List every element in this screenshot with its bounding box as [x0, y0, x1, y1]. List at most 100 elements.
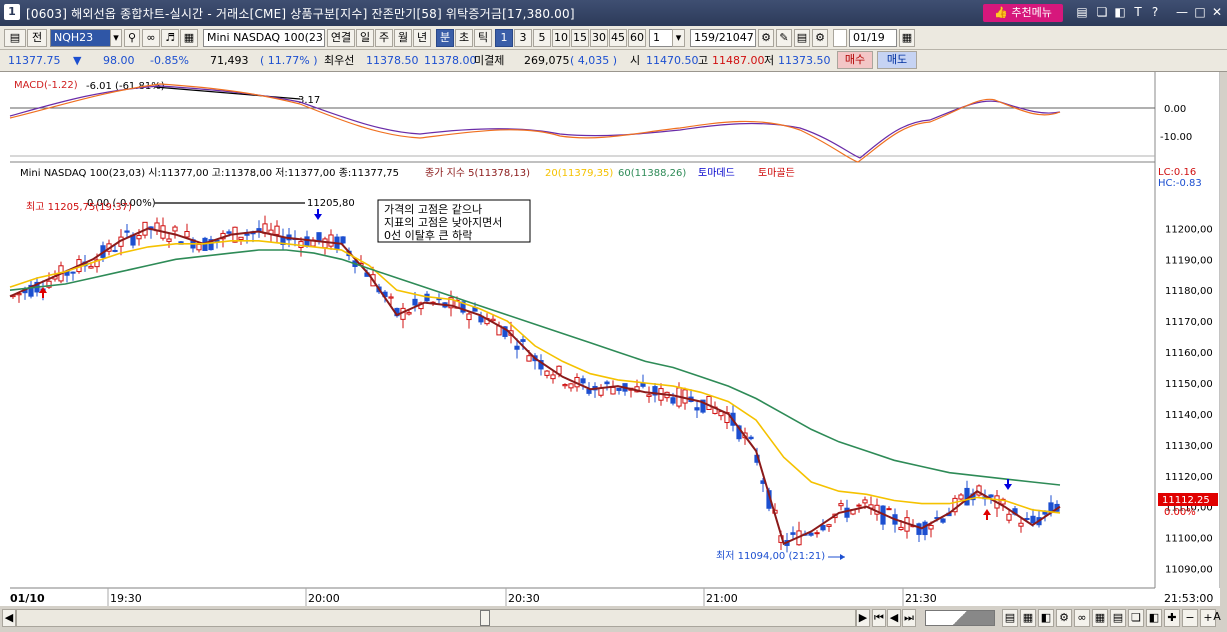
- order-icon[interactable]: ⚙: [1056, 609, 1072, 627]
- chart-scrollbar[interactable]: ◀ ▶ ⏮ ◀ ⏭ ▤ ▦ ◧ ⚙ ∞ ▦ ▤ ❏ ◧ ✚ − + A: [0, 606, 1227, 632]
- candle-body: [928, 524, 934, 530]
- copy-icon[interactable]: ❏: [1095, 5, 1109, 19]
- y-tick-label: 11170,00: [1165, 317, 1213, 328]
- candle-body: [196, 243, 202, 251]
- candle-body: [1018, 522, 1024, 527]
- price-panel-header: Mini NASDAQ 100(23,03) 시:11377,00 고:1137…: [20, 167, 399, 179]
- period-week[interactable]: 주: [375, 29, 393, 47]
- y-tick-label: 11190,00: [1165, 255, 1213, 266]
- comment-line-3: 0선 이탈후 큰 하락: [384, 228, 472, 242]
- font-icon[interactable]: T: [1131, 5, 1145, 19]
- bar-count-field[interactable]: 159/21047: [690, 29, 756, 47]
- minimize-icon[interactable]: —: [1175, 5, 1189, 19]
- interval-3[interactable]: 3: [514, 29, 532, 47]
- interval-45[interactable]: 45: [609, 29, 627, 47]
- close-icon[interactable]: ✕: [1210, 5, 1224, 19]
- candle-body: [616, 387, 622, 391]
- candle-body: [916, 523, 922, 535]
- x-tick-date: 01/10: [10, 592, 45, 605]
- candle-body: [940, 518, 946, 523]
- period-second[interactable]: 초: [455, 29, 473, 47]
- interval-60[interactable]: 60: [628, 29, 646, 47]
- interval-5[interactable]: 5: [533, 29, 551, 47]
- draw-icon[interactable]: ✎: [776, 29, 792, 47]
- new-window-icon[interactable]: ◧: [1113, 5, 1127, 19]
- interval-30[interactable]: 30: [590, 29, 608, 47]
- period-year[interactable]: 년: [413, 29, 431, 47]
- window-list-icon[interactable]: ▤: [1075, 5, 1089, 19]
- price-change-pct: -0.85%: [150, 54, 189, 67]
- scroll-track[interactable]: [16, 609, 856, 627]
- chart-type-icon[interactable]: ▤: [4, 29, 26, 47]
- search-icon[interactable]: ⚲: [124, 29, 140, 47]
- recommend-menu-button[interactable]: 👍 추천메뉴: [983, 4, 1063, 22]
- y-tick-label: 11140,00: [1165, 410, 1213, 421]
- candle-body: [340, 236, 346, 244]
- save-icon[interactable]: ▤: [794, 29, 810, 47]
- chevron-down-icon[interactable]: ▾: [672, 29, 685, 47]
- volume-ratio: ( 11.77% ): [260, 54, 318, 67]
- date-checkbox[interactable]: [833, 29, 847, 47]
- trendline-end-label: 11205,80: [307, 198, 355, 209]
- prev-button[interactable]: 전: [27, 29, 47, 47]
- cursor-icon[interactable]: ✚: [1164, 609, 1180, 627]
- sell-button[interactable]: 매도: [877, 51, 917, 69]
- font-size-icon[interactable]: A: [1210, 609, 1224, 627]
- copy-icon[interactable]: ❏: [1128, 609, 1144, 627]
- scroll-thumb[interactable]: [480, 610, 490, 626]
- grid-icon[interactable]: ▦: [180, 29, 198, 47]
- first-icon[interactable]: ⏮: [872, 609, 886, 627]
- split-icon[interactable]: ▤: [1002, 609, 1018, 627]
- zoom-slider[interactable]: [925, 610, 995, 626]
- x-tick-1930: 19:30: [110, 592, 142, 605]
- maximize-icon[interactable]: □: [1193, 5, 1207, 19]
- indicator-icon[interactable]: ∞: [1074, 609, 1090, 627]
- low-annotation: 최저 11094,00 (21:21): [716, 550, 825, 562]
- candle-body: [682, 389, 688, 404]
- scroll-left-icon[interactable]: ◀: [2, 609, 16, 627]
- date-input[interactable]: 01/19: [849, 29, 897, 47]
- price-chart[interactable]: MACD(-1.22) -6.01 (-61.81%) 3.17 0.00 -1…: [0, 72, 1227, 612]
- x-tick-2000: 20:00: [308, 592, 340, 605]
- current-price-tag-text: 11112.25: [1162, 495, 1210, 506]
- export-icon[interactable]: ◧: [1146, 609, 1162, 627]
- prev-page-icon[interactable]: ◀: [887, 609, 901, 627]
- macd-axis-neg10: -10.00: [1160, 132, 1192, 143]
- candle-body: [544, 370, 550, 376]
- candle-body: [238, 236, 244, 240]
- quote-bar: 11377.75 ▼ 98.00 -0.85% 71,493 ( 11.77% …: [0, 50, 1227, 72]
- zoom-out-icon[interactable]: −: [1182, 609, 1198, 627]
- window-icon[interactable]: ▦: [1020, 609, 1036, 627]
- speaker-icon[interactable]: ♬: [161, 29, 179, 47]
- comment-line-1: 가격의 고점은 같으나: [384, 203, 482, 216]
- candle-body: [550, 374, 556, 380]
- period-tick[interactable]: 틱: [474, 29, 492, 47]
- grid-icon[interactable]: ▦: [1092, 609, 1108, 627]
- period-day[interactable]: 일: [356, 29, 374, 47]
- interval-1[interactable]: 1: [495, 29, 513, 47]
- interval-10[interactable]: 10: [552, 29, 570, 47]
- interval-15[interactable]: 15: [571, 29, 589, 47]
- buy-button[interactable]: 매수: [837, 51, 873, 69]
- period-month[interactable]: 월: [394, 29, 412, 47]
- scroll-right-icon[interactable]: ▶: [856, 609, 870, 627]
- candle-body: [988, 494, 994, 498]
- table-icon[interactable]: ▤: [1110, 609, 1126, 627]
- candle-body: [304, 236, 310, 247]
- settings-icon[interactable]: ⚙: [812, 29, 828, 47]
- last-icon[interactable]: ⏭: [902, 609, 916, 627]
- candle-body: [670, 397, 676, 404]
- chart-icon[interactable]: ◧: [1038, 609, 1054, 627]
- y-tick-label: 11180,00: [1165, 286, 1213, 297]
- period-minute[interactable]: 분: [436, 29, 454, 47]
- chevron-down-icon[interactable]: ▾: [110, 29, 122, 47]
- link-icon[interactable]: ∞: [142, 29, 160, 47]
- period-linked[interactable]: 연결: [327, 29, 355, 47]
- calendar-icon[interactable]: ▦: [899, 29, 915, 47]
- change-arrow-icon: ▼: [73, 54, 82, 67]
- recommend-label: 추천메뉴: [1011, 6, 1052, 19]
- thumbs-up-icon: 👍: [994, 6, 1008, 19]
- candle-body: [898, 526, 904, 531]
- zoom-icon[interactable]: ⚙: [758, 29, 774, 47]
- help-icon[interactable]: ?: [1148, 5, 1162, 19]
